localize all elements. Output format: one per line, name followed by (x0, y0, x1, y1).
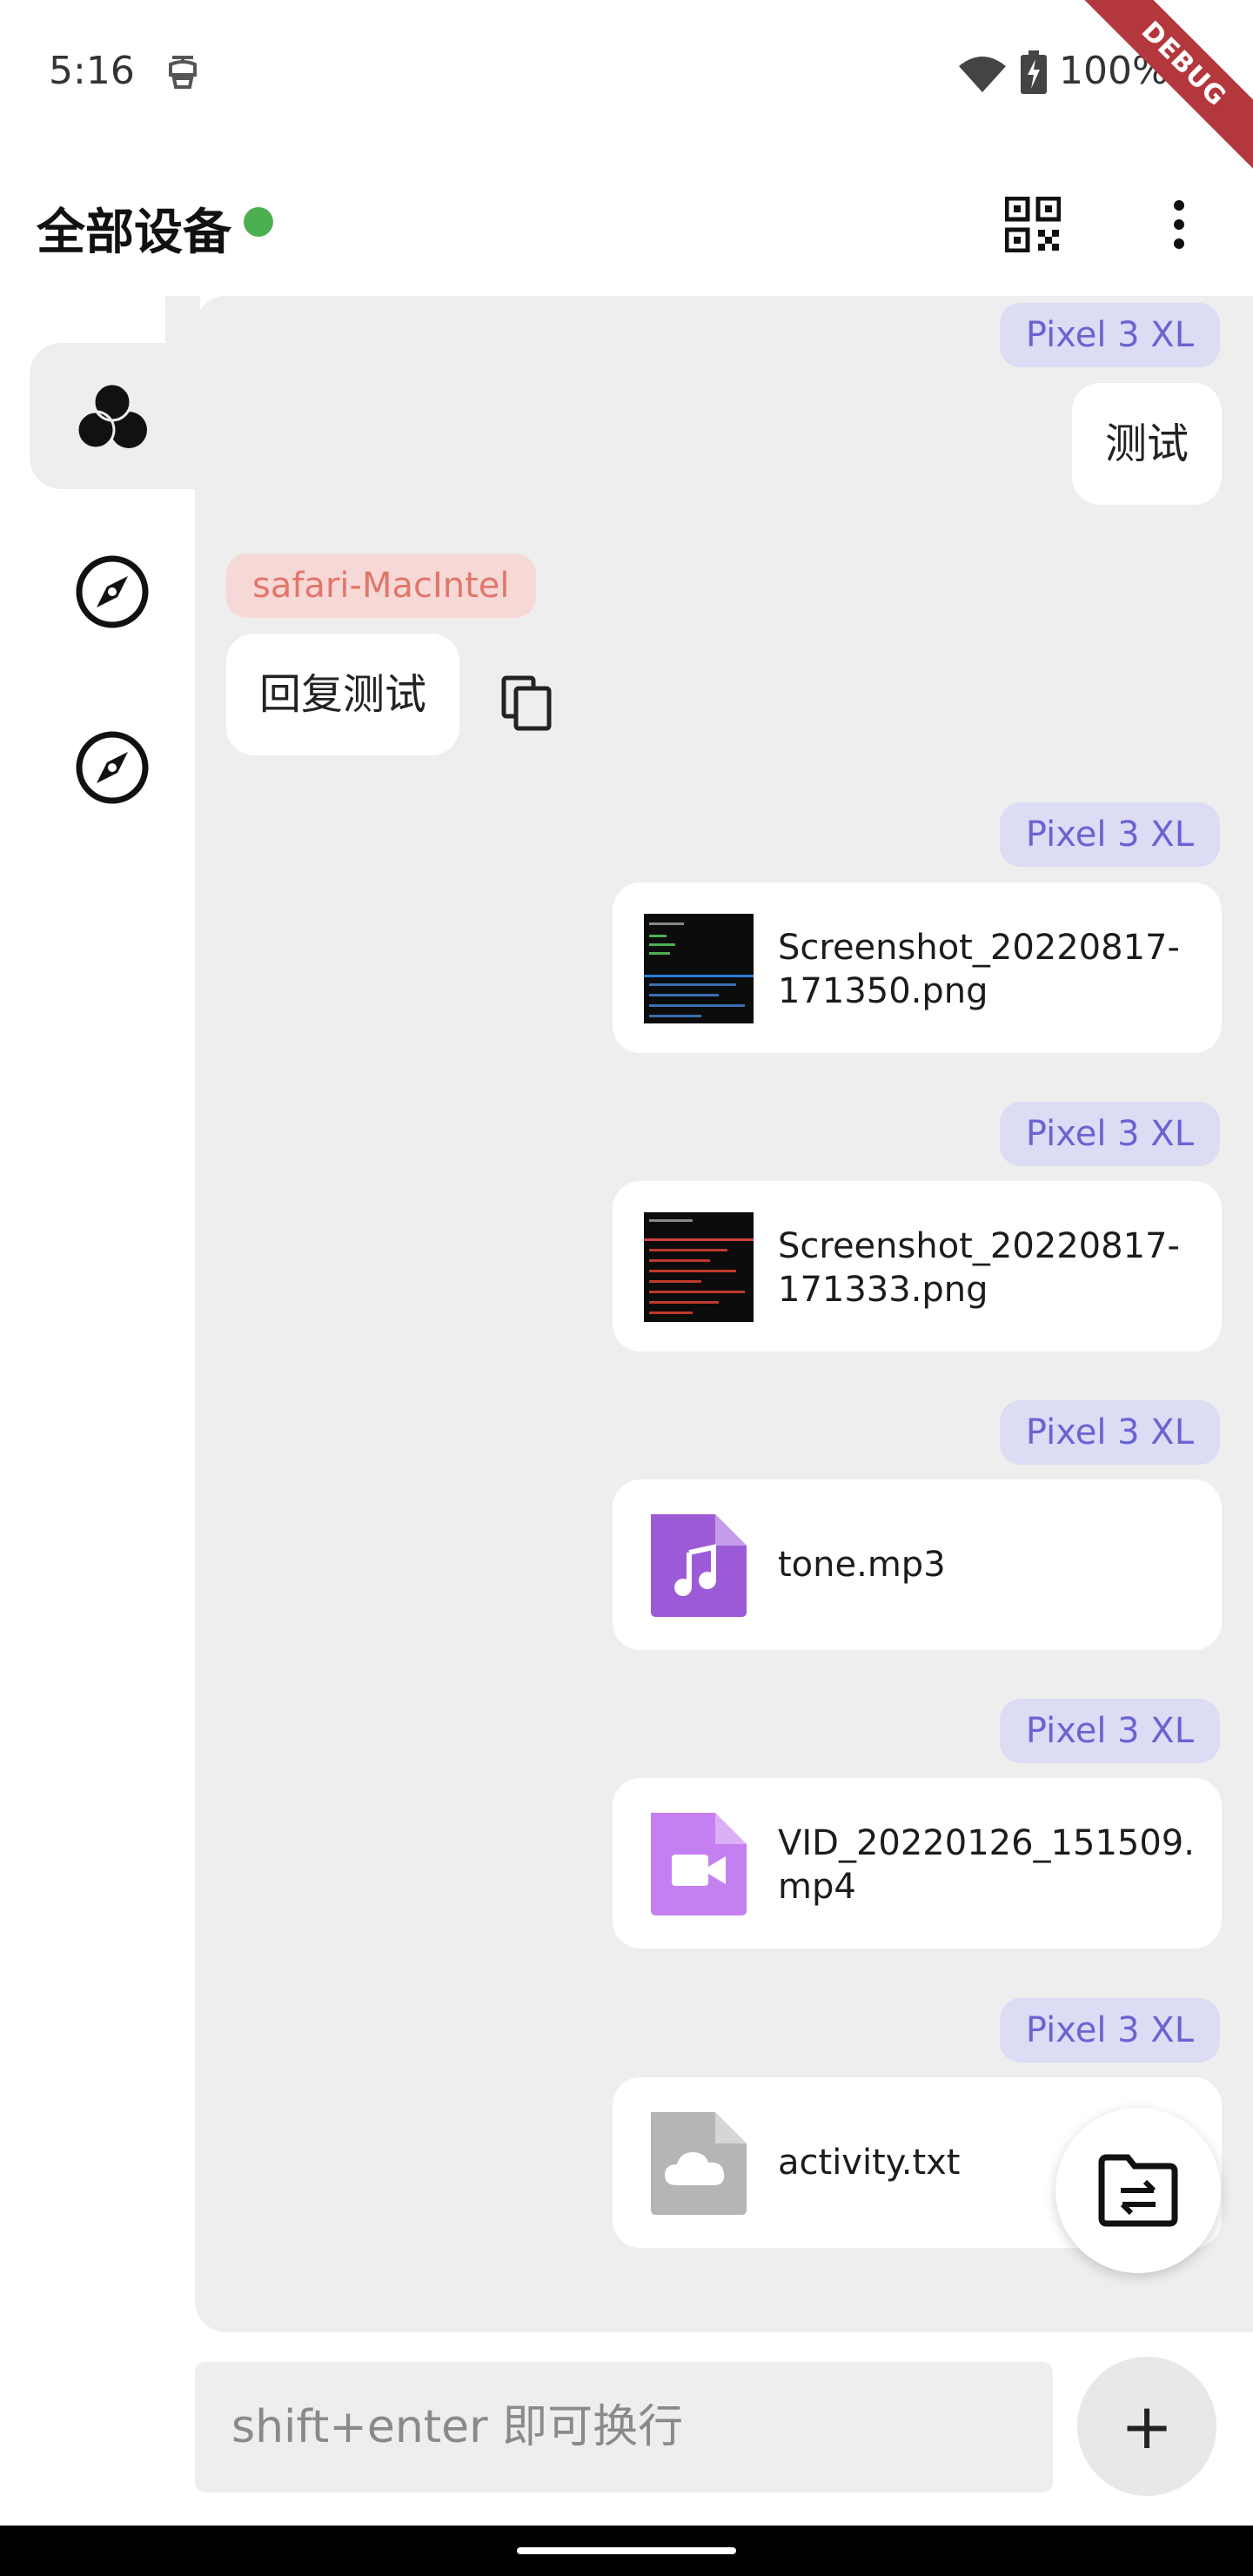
status-time: 5:16 (49, 49, 135, 93)
message-bubble[interactable]: 测试 (1071, 383, 1222, 505)
sender-tag: Pixel 3 XL (999, 1400, 1220, 1465)
status-bar: 5:16 100% DEBUG (0, 0, 1253, 174)
rail-item-device-1[interactable] (30, 519, 195, 665)
file-name: tone.mp3 (778, 1545, 946, 1585)
image-thumbnail (644, 1212, 754, 1322)
notification-icon (169, 56, 197, 89)
sender-tag: Pixel 3 XL (999, 303, 1220, 367)
sender-tag: Pixel 3 XL (999, 1102, 1220, 1166)
compass-icon (76, 555, 149, 628)
sender-tag: Pixel 3 XL (999, 802, 1220, 867)
file-message[interactable]: Screenshot_20220817-171350.png (613, 882, 1222, 1053)
qr-code-icon[interactable] (1005, 197, 1061, 252)
rail-item-device-2[interactable] (30, 694, 195, 841)
compass-icon (76, 731, 149, 804)
folder-transfer-icon (1098, 2154, 1178, 2227)
sender-tag: Pixel 3 XL (999, 1699, 1220, 1763)
page-title: 全部设备 (37, 205, 231, 261)
plus-icon: + (1120, 2390, 1174, 2463)
more-vert-icon[interactable] (1157, 197, 1201, 252)
app-bar: 全部设备 (0, 174, 1253, 278)
audio-file-icon (651, 1514, 747, 1617)
sender-tag: Pixel 3 XL (999, 1998, 1220, 2063)
file-message[interactable]: Screenshot_20220817-171333.png (613, 1181, 1222, 1352)
file-name: Screenshot_20220817-171350.png (778, 928, 1180, 1011)
video-file-icon (651, 1813, 747, 1915)
online-status-dot (244, 207, 273, 237)
sender-tag: safari-MacIntel (226, 553, 536, 618)
copy-icon[interactable] (500, 674, 554, 732)
message-input[interactable] (195, 2362, 1053, 2492)
image-thumbnail (644, 914, 754, 1023)
file-message[interactable]: tone.mp3 (613, 1479, 1222, 1650)
file-name: VID_20220126_151509.mp4 (778, 1823, 1195, 1907)
battery-icon (1021, 50, 1047, 94)
all-devices-icon (76, 382, 147, 450)
message-bubble[interactable]: 回复测试 (226, 634, 460, 755)
system-nav-bar (0, 2526, 1253, 2576)
rail-item-all-devices[interactable] (30, 343, 195, 489)
wifi-icon (959, 57, 1006, 92)
home-handle[interactable] (517, 2547, 736, 2554)
cloud-file-icon (651, 2112, 747, 2215)
add-button[interactable]: + (1077, 2357, 1216, 2496)
file-message[interactable]: VID_20220126_151509.mp4 (613, 1778, 1222, 1949)
file-name: Screenshot_20220817-171333.png (778, 1226, 1180, 1310)
transfer-folder-button[interactable] (1055, 2108, 1221, 2273)
